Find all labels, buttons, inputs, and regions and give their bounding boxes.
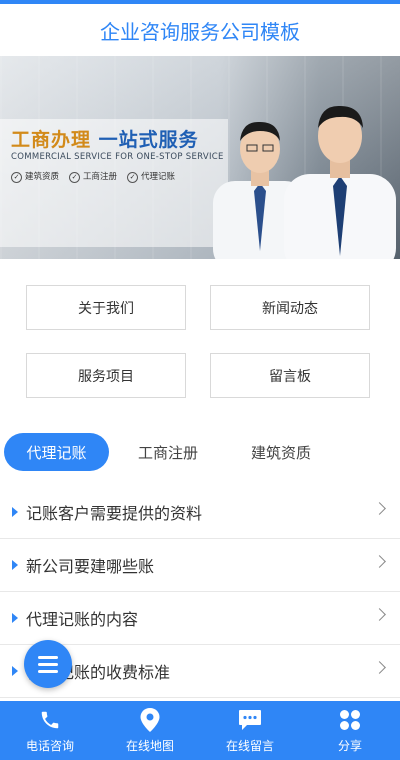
nav-phone-consult[interactable]: 电话咨询: [0, 701, 100, 760]
hero-banner[interactable]: 工商办理 一站式服务 COMMERCIAL SERVICE FOR ONE-ST…: [0, 56, 400, 259]
banner-tag: 建筑资质: [11, 170, 59, 183]
list-item[interactable]: 代理记账的内容: [0, 592, 400, 645]
banner-title: 工商办理 一站式服务: [11, 125, 199, 152]
nav-message-label: 在线留言: [225, 738, 274, 753]
tab-business-registration[interactable]: 工商注册: [118, 433, 218, 471]
menu-icon-line: [38, 662, 58, 666]
about-us-button[interactable]: 关于我们: [26, 285, 186, 330]
chevron-right-icon: [373, 661, 386, 674]
guestbook-button[interactable]: 留言板: [210, 353, 370, 398]
category-tabs: 代理记账 工商注册 建筑资质: [0, 433, 400, 473]
nav-phone-label: 电话咨询: [25, 738, 74, 753]
chevron-right-icon: [373, 555, 386, 568]
page-title: 企业咨询服务公司模板: [0, 4, 400, 56]
map-pin-icon: [140, 707, 160, 732]
floating-menu-button[interactable]: [24, 640, 72, 688]
menu-icon-line: [38, 655, 58, 659]
menu-icon-line: [38, 669, 58, 673]
banner-title-part2: 一站式服务: [98, 129, 199, 151]
nav-map-label: 在线地图: [125, 738, 174, 753]
banner-title-part1: 工商办理: [11, 129, 92, 151]
bullet-icon: [12, 507, 18, 517]
bullet-icon: [12, 560, 18, 570]
list-item-label: 记账客户需要提供的资料: [26, 504, 203, 523]
list-item-label: 代理记账的内容: [26, 610, 139, 629]
news-button[interactable]: 新闻动态: [210, 285, 370, 330]
services-button[interactable]: 服务项目: [26, 353, 186, 398]
chevron-right-icon: [373, 608, 386, 621]
nav-online-map[interactable]: 在线地图: [100, 701, 200, 760]
nav-share-label: 分享: [337, 738, 362, 753]
banner-tag: 工商注册: [69, 170, 117, 183]
nav-share[interactable]: 分享: [300, 701, 400, 760]
page-title-text: 企业咨询服务公司模板: [100, 19, 300, 44]
bottom-navigation: 电话咨询 在线地图 在线留言 分享: [0, 701, 400, 760]
share-grid-icon: [339, 708, 361, 732]
bullet-icon: [12, 666, 18, 676]
banner-tags: 建筑资质 工商注册 代理记账: [11, 170, 175, 183]
banner-tag: 代理记账: [127, 170, 175, 183]
banner-subtitle: COMMERCIAL SERVICE FOR ONE-STOP SERVICE: [11, 152, 224, 162]
bullet-icon: [12, 613, 18, 623]
chat-bubble-icon: [238, 708, 262, 732]
consultant-photo-right: [284, 105, 396, 259]
list-item-label: 新公司要建哪些账: [26, 557, 155, 576]
nav-online-message[interactable]: 在线留言: [200, 701, 300, 760]
phone-icon: [39, 708, 61, 732]
tab-bookkeeping[interactable]: 代理记账: [4, 433, 109, 471]
tab-construction-qualification[interactable]: 建筑资质: [230, 433, 332, 471]
chevron-right-icon: [373, 502, 386, 515]
list-item[interactable]: 新公司要建哪些账: [0, 539, 400, 592]
list-item[interactable]: 记账客户需要提供的资料: [0, 486, 400, 539]
